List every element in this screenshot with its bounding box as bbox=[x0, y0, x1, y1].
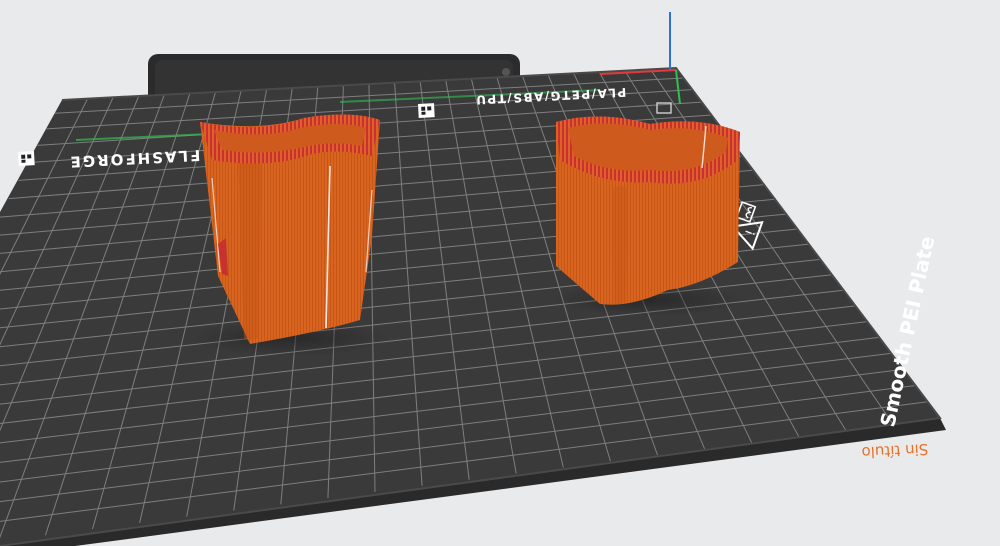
scene-canvas[interactable]: FLASHFORGE PLA/PETG/ABS/TPU Smooth PEI P… bbox=[0, 0, 1000, 546]
project-name-label: Sin título bbox=[861, 440, 929, 461]
build-plate[interactable] bbox=[0, 66, 946, 546]
qr-marker-icon bbox=[18, 151, 35, 166]
qr-marker-icon bbox=[418, 103, 435, 118]
3d-viewport[interactable]: FLASHFORGE PLA/PETG/ABS/TPU Smooth PEI P… bbox=[0, 0, 1000, 546]
